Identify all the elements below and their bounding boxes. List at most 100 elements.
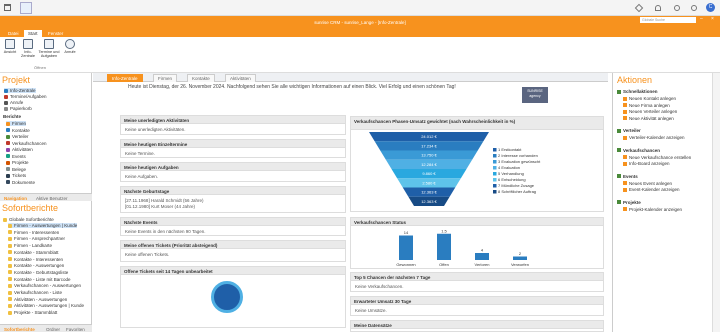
- nav-papierkorb[interactable]: Papierkorb: [4, 106, 32, 111]
- berichte-item[interactable]: Tickets: [6, 173, 26, 178]
- nav-anrufe[interactable]: Anrufe: [4, 100, 23, 105]
- berichte-item[interactable]: Dokumente: [6, 180, 35, 185]
- sofort-item[interactable]: Verkaufschancen - Liste: [8, 290, 62, 295]
- top-bar: C: [0, 0, 720, 16]
- action-item[interactable]: Neue Verkaufschance erstellen: [623, 155, 691, 160]
- close-button[interactable]: ×: [711, 16, 717, 22]
- info-card: Nächste Events Keine Events in den nächst…: [120, 217, 346, 236]
- sofort-item[interactable]: Kontakte - Interessenten: [8, 257, 63, 262]
- sofort-item[interactable]: Aktivitäten - Auswertungen | Kunde: [8, 303, 84, 308]
- sofort-item[interactable]: Projekte - Stammblatt: [8, 310, 57, 315]
- ribbon-tab-fenster[interactable]: Fenster: [44, 30, 67, 37]
- action-icon: [623, 207, 627, 211]
- ribbon-button-info-zentrale[interactable]: Info-Zentrale: [20, 39, 36, 58]
- folder-icon: [3, 217, 7, 222]
- action-item[interactable]: Neue Aktivität anlegen: [623, 116, 674, 121]
- status-bar-value: 1.5: [441, 228, 447, 233]
- gear-icon[interactable]: [674, 5, 680, 11]
- action-group-header[interactable]: Verteiler: [617, 128, 641, 133]
- action-group-header[interactable]: Schnellaktionen: [617, 89, 658, 94]
- sofort-item[interactable]: Aktivitäten - Auswertungen: [8, 297, 67, 302]
- action-group-header[interactable]: Verkaufschancen: [617, 148, 660, 153]
- doctab-kontakte[interactable]: Kontakte: [187, 74, 215, 82]
- info-card: Meine unerledigten Aktivitäten Keine uner…: [120, 115, 346, 135]
- berichte-item[interactable]: Belege: [6, 167, 26, 172]
- doctab-aktivitaeten[interactable]: Aktivitäten: [225, 74, 256, 82]
- ribbon-button-termine[interactable]: Termine und Aufgaben: [38, 39, 60, 58]
- report-icon: [8, 223, 12, 228]
- left-pane: Projekt Info-Zentrale Termine/Aufgaben A…: [0, 73, 92, 332]
- tab-sofortberichte[interactable]: Sofortberichte: [4, 327, 35, 332]
- status-bar: [399, 235, 413, 260]
- card-body: [121, 275, 345, 281]
- berichte-item[interactable]: Firmen: [6, 121, 27, 126]
- left-bottom-tabs: Sofortberichte Ordner Favoriten: [0, 324, 92, 332]
- sofort-item[interactable]: Kontakte - Stammblatt: [8, 250, 59, 255]
- berichte-item[interactable]: Events: [6, 154, 26, 159]
- sofort-item[interactable]: Firmen - Auswertungen | Kunde: [8, 223, 78, 228]
- status-category-label: Verworfen: [511, 262, 529, 267]
- minimize-button[interactable]: –: [700, 16, 706, 22]
- berichte-label: Berichte: [3, 114, 22, 119]
- doctab-firmen[interactable]: Firmen: [153, 74, 178, 82]
- legend-swatch: [493, 166, 497, 170]
- sofort-item[interactable]: Kontakte - Auswertungen: [8, 263, 64, 268]
- sofort-root[interactable]: Globale Sofortberichte: [3, 217, 54, 222]
- report-icon: [8, 257, 12, 261]
- nav-termine[interactable]: Termine/Aufgaben: [4, 94, 47, 99]
- action-icon: [623, 135, 627, 140]
- sofort-item[interactable]: Verkaufschancen - Auswertungen: [8, 283, 81, 288]
- ribbon-group-label: Öffnen: [34, 65, 46, 70]
- berichte-item[interactable]: Kontakte: [6, 128, 30, 133]
- phone-icon: [4, 100, 8, 105]
- pin-icon[interactable]: [634, 3, 644, 13]
- berichte-item[interactable]: Verteiler: [6, 134, 29, 139]
- action-item[interactable]: Info-Board anzeigen: [623, 161, 670, 166]
- ribbon-tab-start[interactable]: Start: [24, 30, 42, 37]
- action-item[interactable]: Projekt-Kalender anzeigen: [623, 207, 682, 212]
- sofort-item[interactable]: Kontakte - Liste mit Barcode: [8, 277, 71, 282]
- action-item[interactable]: Event-Kalender anzeigen: [623, 187, 680, 192]
- sofort-item[interactable]: Kontakte - Geburtstagsliste: [8, 270, 68, 275]
- status-bar-value: 4: [481, 248, 484, 253]
- berichte-item[interactable]: Projekte: [6, 160, 29, 165]
- ribbon-tab-datei[interactable]: Datei: [4, 30, 23, 37]
- sofort-item[interactable]: Firmen - Ansprechpartner: [8, 236, 65, 241]
- global-search-input[interactable]: Globale Suche: [640, 17, 696, 23]
- info-card: Top 5 Chancen der nächsten 7 Tage Keine V…: [350, 272, 604, 292]
- ribbon: Ansicht Info-Zentrale Termine und Aufgab…: [0, 37, 720, 73]
- tab-favoriten[interactable]: Favoriten: [66, 327, 85, 332]
- action-group-header[interactable]: Events: [617, 174, 638, 179]
- action-item[interactable]: Verteiler-Kalender anzeigen: [623, 135, 685, 140]
- action-item[interactable]: Neuen Kontakt anlegen: [623, 96, 676, 101]
- help-icon[interactable]: [691, 5, 697, 11]
- bell-icon[interactable]: [655, 5, 661, 11]
- tab-navigation[interactable]: Navigation: [4, 196, 27, 201]
- report-icon: [6, 134, 10, 139]
- funnel-value-label: 12.284 €: [421, 162, 437, 167]
- berichte-item[interactable]: Verkaufschancen: [6, 141, 47, 146]
- berichte-item[interactable]: Aktivitäten: [6, 147, 33, 152]
- ribbon-button-ansicht[interactable]: Ansicht: [2, 39, 18, 54]
- action-item[interactable]: Neuen Verteiler anlegen: [623, 109, 677, 114]
- action-icon: [623, 187, 627, 192]
- status-bar: [513, 256, 527, 260]
- action-group-header[interactable]: Projekte: [617, 200, 641, 205]
- tab-ordner[interactable]: Ordner: [46, 327, 60, 332]
- status-chart: 14 Gewonnen 1.5 Offen 4 Verloren 2 Verworfen: [396, 228, 529, 267]
- nav-info-zentrale[interactable]: Info-Zentrale: [4, 88, 36, 93]
- phone-icon: [65, 39, 75, 49]
- user-avatar[interactable]: C: [706, 3, 715, 12]
- action-item[interactable]: Neues Event anlegen: [623, 181, 672, 186]
- ribbon-button-anrufe[interactable]: Anrufe: [62, 39, 78, 54]
- home-icon[interactable]: [4, 4, 11, 11]
- card-body: [351, 329, 603, 335]
- action-item[interactable]: Neue Firma anlegen: [623, 103, 670, 108]
- sofort-item[interactable]: Firmen - Interessenten: [8, 230, 59, 235]
- action-icon: [623, 116, 627, 120]
- legend-swatch: [493, 160, 497, 164]
- funnel-title: Verkaufschancen Phasen-Umsatz gewichtet …: [351, 117, 603, 130]
- sofort-item[interactable]: Firmen - Landkarte: [8, 243, 52, 248]
- tab-aktive-benutzer[interactable]: Aktive Benutzer: [36, 196, 68, 201]
- doctab-info-zentrale[interactable]: Info-Zentrale: [107, 74, 143, 82]
